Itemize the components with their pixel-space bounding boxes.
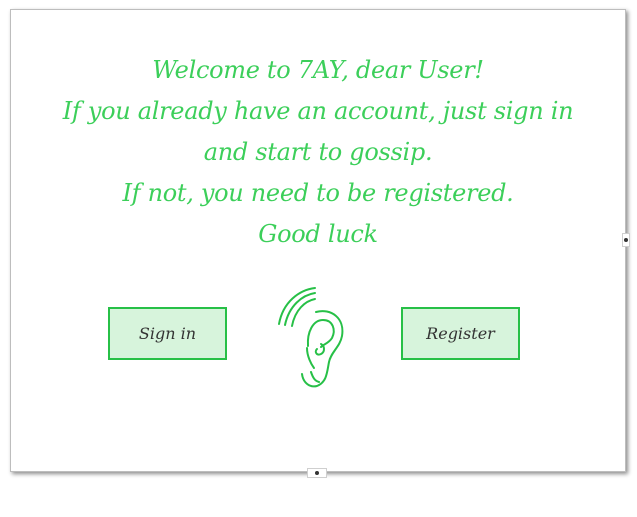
welcome-line-1: Welcome to 7AY, dear User!: [152, 56, 484, 84]
welcome-window: Welcome to 7AY, dear User! If you alread…: [10, 9, 626, 472]
welcome-line-2: If you already have an account, just sig…: [62, 97, 574, 125]
welcome-message: Welcome to 7AY, dear User! If you alread…: [11, 50, 625, 255]
sign-in-button[interactable]: Sign in: [108, 307, 227, 360]
resize-handle-bottom[interactable]: [307, 468, 327, 478]
register-button[interactable]: Register: [401, 307, 520, 360]
welcome-line-3: and start to gossip.: [203, 138, 433, 166]
resize-handle-right[interactable]: [622, 233, 630, 247]
ear-icon: [278, 287, 344, 388]
screen: Welcome to 7AY, dear User! If you alread…: [0, 0, 637, 517]
welcome-line-4: If not, you need to be registered.: [122, 179, 514, 207]
welcome-line-5: Good luck: [258, 220, 378, 248]
